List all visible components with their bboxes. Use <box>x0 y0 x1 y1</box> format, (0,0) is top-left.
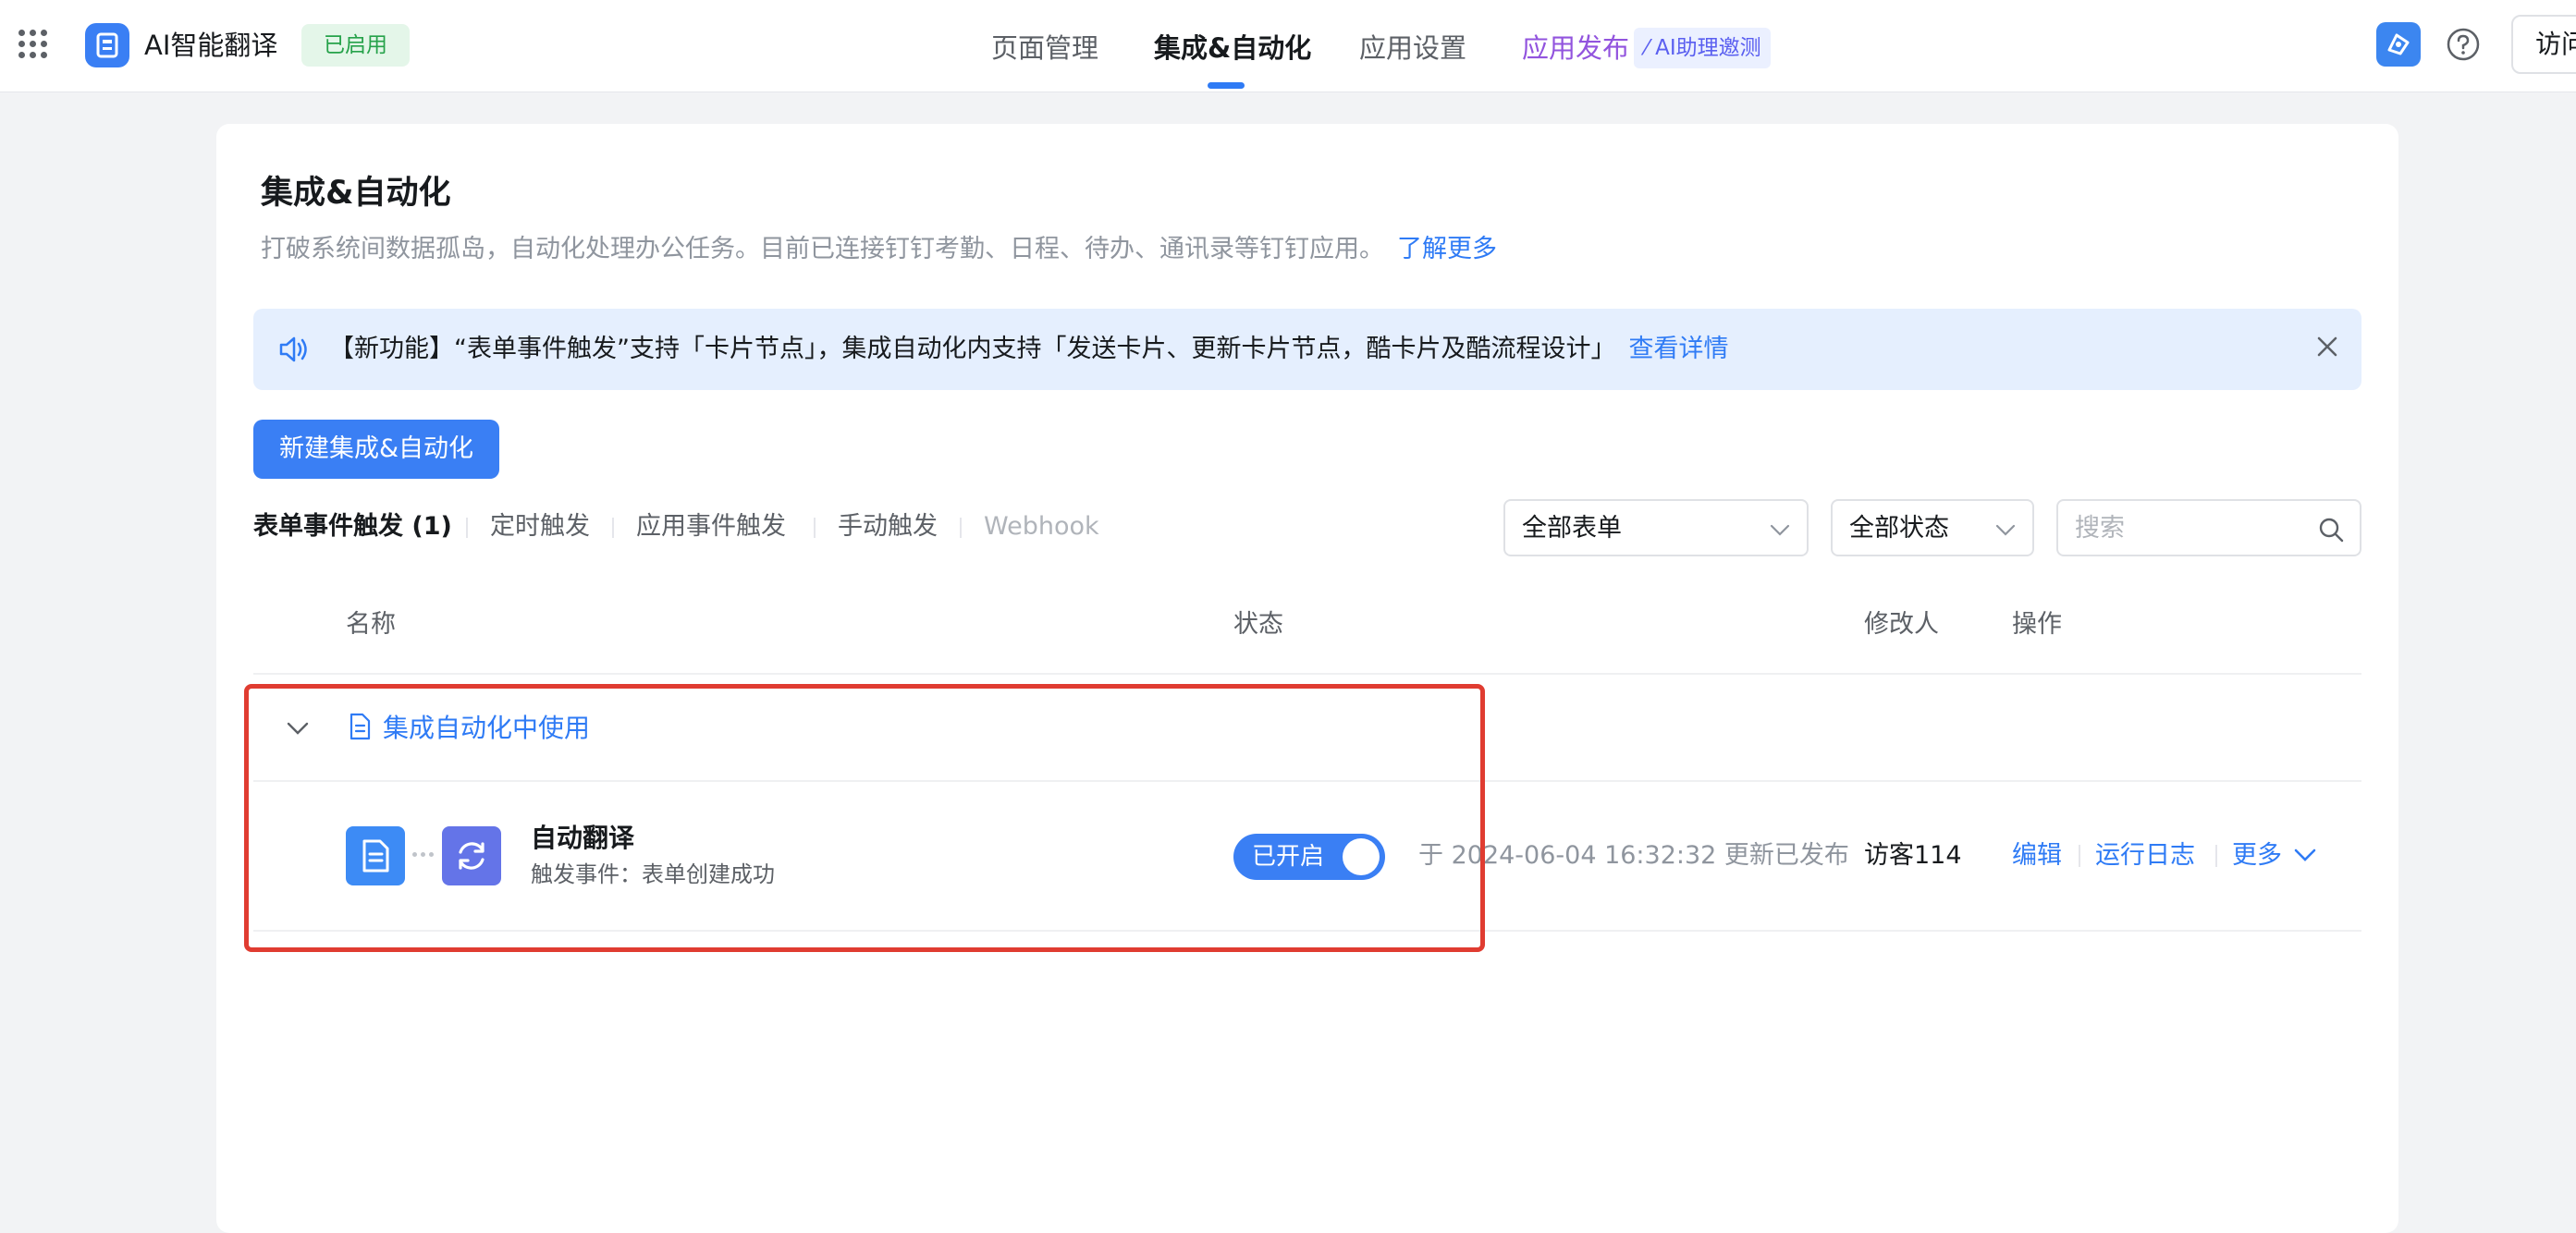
notice-text: 【新功能】“表单事件触发”支持「卡片节点」，集成自动化内支持「发送卡片、更新卡片… <box>329 333 1728 366</box>
app-name: AI智能翻译 <box>144 30 278 61</box>
modifier-name: 访客114 <box>1864 841 1962 870</box>
form-filter-value: 全部表单 <box>1522 514 1622 543</box>
ai-invite-label: AI助理邀测 <box>1655 36 1761 60</box>
more-actions-link[interactable]: 更多 <box>2232 839 2282 873</box>
nav-tab-publish[interactable]: 应用发布 <box>1522 31 1629 66</box>
visit-button[interactable]: 访问 <box>2511 15 2576 74</box>
content-card <box>216 124 2398 1233</box>
form-filter-select[interactable]: 全部表单 <box>1503 499 1809 556</box>
assistant-icon[interactable] <box>2376 22 2421 67</box>
search-placeholder: 搜索 <box>2075 514 2125 543</box>
learn-more-link[interactable]: 了解更多 <box>1397 235 1497 263</box>
view-details-link[interactable]: 查看详情 <box>1628 335 1728 363</box>
ai-invite-badge[interactable]: ⁄ AI助理邀测 <box>1634 28 1771 68</box>
nav-tab-app-settings[interactable]: 应用设置 <box>1359 31 1466 66</box>
search-icon[interactable] <box>2317 516 2344 543</box>
notice-message: 【新功能】“表单事件触发”支持「卡片节点」，集成自动化内支持「发送卡片、更新卡片… <box>329 335 1616 363</box>
chevron-down-icon <box>1768 518 1792 542</box>
edit-link[interactable]: 编辑 <box>2012 839 2062 873</box>
page-title: 集成&自动化 <box>261 175 451 212</box>
sparkle-icon: ⁄ <box>1645 36 1656 60</box>
chevron-down-icon <box>1993 518 2018 542</box>
highlight-annotation-box <box>244 684 1485 952</box>
page-description-text: 打破系统间数据孤岛，自动化处理办公任务。目前已连接钉钉考勤、日程、待办、通讯录等… <box>261 235 1384 263</box>
action-separator <box>2079 845 2080 867</box>
tab-separator <box>466 518 468 538</box>
status-filter-select[interactable]: 全部状态 <box>1831 499 2034 556</box>
tab-separator <box>612 518 614 538</box>
apps-grid-icon[interactable] <box>18 30 48 59</box>
tab-separator <box>814 518 816 538</box>
tab-manual-trigger[interactable]: 手动触发 <box>838 510 938 543</box>
tab-form-event-trigger[interactable]: 表单事件触发 (1) <box>253 510 452 543</box>
column-header-modifier: 修改人 <box>1864 610 1939 639</box>
nav-tab-integration[interactable]: 集成&自动化 <box>1154 31 1311 66</box>
help-icon[interactable] <box>2445 26 2482 63</box>
close-icon[interactable] <box>2313 333 2341 360</box>
page-description: 打破系统间数据孤岛，自动化处理办公任务。目前已连接钉钉考勤、日程、待办、通讯录等… <box>261 233 1497 266</box>
chevron-down-icon[interactable] <box>2291 841 2319 869</box>
active-tab-indicator <box>1208 82 1245 89</box>
feature-notice-banner: 【新功能】“表单事件触发”支持「卡片节点」，集成自动化内支持「发送卡片、更新卡片… <box>253 309 2361 390</box>
action-separator <box>2215 845 2217 867</box>
top-bar: AI智能翻译 已启用 页面管理 集成&自动化 应用设置 应用发布 ⁄ AI助理邀… <box>0 0 2576 92</box>
run-log-link[interactable]: 运行日志 <box>2095 839 2195 873</box>
speaker-icon <box>276 331 313 368</box>
tab-scheduled-trigger[interactable]: 定时触发 <box>490 510 590 543</box>
tab-app-event-trigger[interactable]: 应用事件触发 <box>636 510 786 543</box>
column-header-status: 状态 <box>1233 610 1283 639</box>
column-header-actions: 操作 <box>2012 610 2062 639</box>
tab-webhook-trigger[interactable]: Webhook <box>984 510 1099 543</box>
table-divider <box>253 673 2361 675</box>
app-status-badge: 已启用 <box>301 24 410 67</box>
tab-separator <box>960 518 962 538</box>
status-filter-value: 全部状态 <box>1849 514 1949 543</box>
nav-tab-page-manage[interactable]: 页面管理 <box>991 31 1098 66</box>
app-logo-icon <box>85 23 129 67</box>
new-automation-button[interactable]: 新建集成&自动化 <box>253 420 499 479</box>
column-header-name: 名称 <box>346 610 396 639</box>
search-input[interactable]: 搜索 <box>2056 499 2361 556</box>
